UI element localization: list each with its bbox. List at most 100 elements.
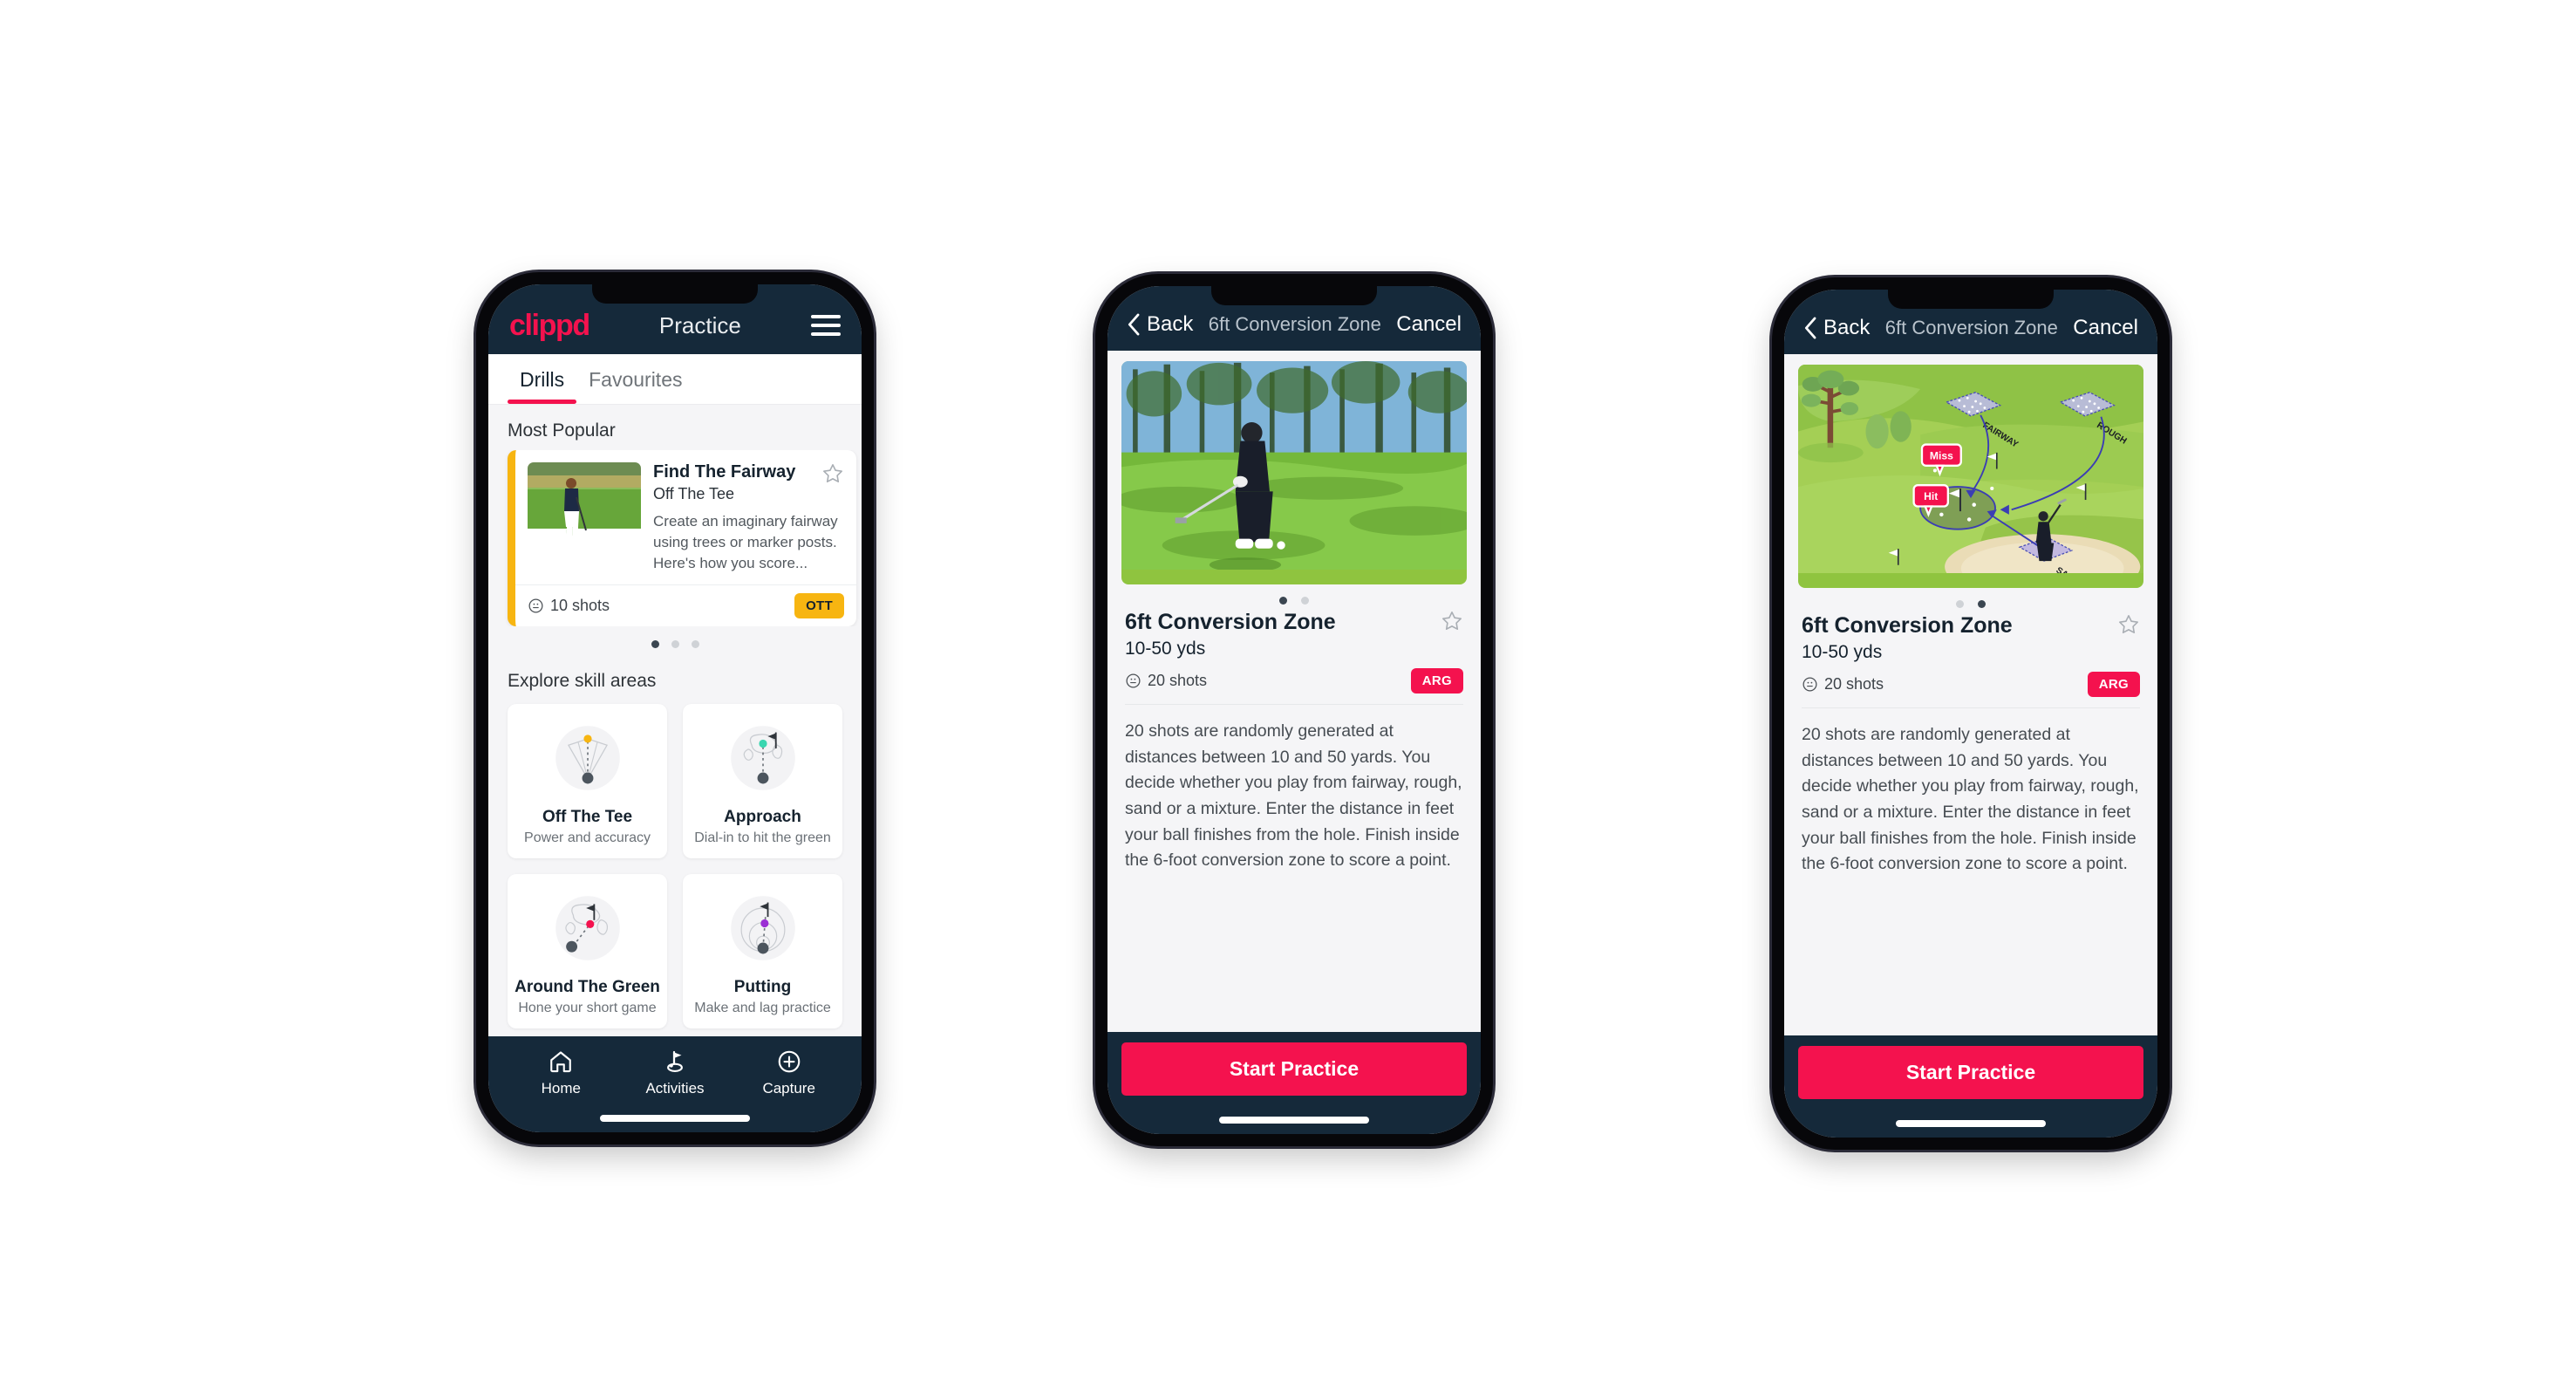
drill-detail-shots-label: 20 shots [1824, 675, 1884, 693]
device-notch [592, 284, 758, 304]
tab-drills[interactable]: Drills [508, 354, 577, 404]
explore-skill-areas-heading: Explore skill areas [508, 671, 657, 692]
drill-card-body: Find The Fairway Off The Tee Create an i… [515, 450, 856, 584]
media-carousel-dots[interactable] [1784, 588, 2157, 613]
drill-badge-ott: OTT [794, 593, 844, 619]
back-label: Back [1147, 312, 1194, 336]
nav-label: Capture [762, 1080, 815, 1097]
drill-detail-distance: 10-50 yds [1802, 642, 1883, 662]
skill-card-off-the-tee[interactable]: Off The Tee Power and accuracy [508, 704, 667, 859]
skill-name: Around The Green [515, 978, 660, 997]
drill-detail-shots: 20 shots [1125, 672, 1207, 690]
around-green-icon [555, 896, 620, 961]
drill-detail-title: 6ft Conversion Zone [1125, 610, 1336, 634]
carousel-dot-2[interactable] [671, 640, 679, 649]
skill-desc: Dial-in to hit the green [694, 830, 831, 846]
tab-favourites[interactable]: Favourites [576, 354, 694, 404]
drill-course-diagram[interactable]: FAIRWAY ROUGH Miss Hit [1798, 365, 2143, 588]
callout-miss-label: Miss [1930, 449, 1953, 461]
screen-drill-detail-video: Back 6ft Conversion Zone Cancel 6ft Conv… [1107, 286, 1481, 1134]
back-button[interactable]: Back [1803, 316, 1870, 340]
carousel-dots[interactable] [488, 626, 862, 655]
drill-shots: 10 shots [528, 597, 610, 615]
start-practice-button[interactable]: Start Practice [1121, 1042, 1467, 1096]
media-dot-1[interactable] [1279, 597, 1287, 605]
drill-carousel[interactable]: Find The Fairway Off The Tee Create an i… [488, 450, 862, 627]
skill-desc: Make and lag practice [694, 1001, 831, 1016]
skill-name: Putting [733, 978, 792, 997]
drill-shots-label: 10 shots [550, 597, 610, 615]
skill-desc: Power and accuracy [524, 830, 651, 846]
home-indicator [1219, 1117, 1369, 1124]
drill-detail-shots: 20 shots [1802, 675, 1884, 694]
phone-device-drill-detail-video: Back 6ft Conversion Zone Cancel 6ft Conv… [1095, 274, 1493, 1146]
cancel-button[interactable]: Cancel [2073, 316, 2138, 340]
nav-label: Activities [645, 1080, 705, 1097]
back-label: Back [1823, 316, 1871, 339]
drill-card-footer: 10 shots OTT [515, 584, 856, 626]
skill-card-putting[interactable]: Putting Make and lag practice [683, 874, 842, 1029]
clippd-logo[interactable]: clippd [509, 311, 590, 340]
nav-item-activities[interactable]: Activities [618, 1049, 733, 1097]
star-outline-icon[interactable] [821, 462, 844, 485]
cancel-button[interactable]: Cancel [1396, 312, 1462, 337]
nav-label: Home [541, 1080, 582, 1097]
tab-bar: Drills Favourites [488, 354, 862, 405]
skill-desc: Hone your short game [518, 1001, 657, 1016]
skill-name: Off The Tee [542, 808, 633, 827]
meta-row: 20 shots ARG [1125, 668, 1463, 705]
clock-icon [1803, 677, 1817, 692]
nav-item-home[interactable]: Home [504, 1049, 618, 1097]
home-indicator [1896, 1120, 2046, 1127]
media-dot-2[interactable] [1978, 600, 1986, 608]
detail-content: FAIRWAY ROUGH Miss Hit 6ft Conversion Zo… [1784, 354, 2157, 1035]
golf-course-diagram-illustration: FAIRWAY ROUGH Miss Hit [1798, 365, 2143, 574]
start-practice-button[interactable]: Start Practice [1798, 1046, 2143, 1099]
star-outline-icon[interactable] [1441, 610, 1463, 632]
skill-card-around-the-green[interactable]: Around The Green Hone your short game [508, 874, 667, 1029]
drill-card[interactable]: Find The Fairway Off The Tee Create an i… [508, 450, 856, 627]
approach-green-icon [730, 726, 795, 791]
media-carousel-dots[interactable] [1107, 584, 1481, 610]
drill-description: Create an imaginary fairway using trees … [653, 513, 838, 572]
page-title: Practice [658, 311, 741, 338]
media-dot-2[interactable] [1301, 597, 1309, 605]
carousel-dot-1[interactable] [651, 640, 659, 649]
phone-device-drill-detail-diagram: Back 6ft Conversion Zone Cancel FAIRWAY … [1772, 277, 2170, 1150]
skill-card-approach[interactable]: Approach Dial-in to hit the green [683, 704, 842, 859]
most-popular-heading: Most Popular [508, 420, 616, 441]
clock-icon [528, 598, 543, 613]
drill-thumbnail [528, 462, 641, 550]
detail-page-title: 6ft Conversion Zone [1208, 313, 1381, 335]
media-dot-1[interactable] [1956, 600, 1964, 608]
drill-detail-description: 20 shots are randomly generated at dista… [1125, 721, 1462, 871]
home-icon [550, 1051, 572, 1073]
nav-item-capture[interactable]: Capture [732, 1049, 846, 1097]
detail-page-title: 6ft Conversion Zone [1884, 317, 2058, 338]
drill-badge-arg: ARG [2087, 672, 2140, 697]
screenshot-canvas: clippd Practice Drills Favourites Most P… [0, 0, 2576, 1387]
drill-meta: Find The Fairway Off The Tee Create an i… [653, 462, 844, 574]
hamburger-icon[interactable] [810, 315, 841, 336]
chevron-left-icon [1128, 313, 1140, 336]
title-row: 6ft Conversion Zone 10-50 yds [1125, 610, 1463, 659]
golf-flag-icon [667, 1050, 683, 1072]
carousel-dot-3[interactable] [691, 640, 699, 649]
golfer-illustration-icon [564, 478, 587, 537]
meta-row: 20 shots ARG [1802, 672, 2140, 708]
drill-detail-header: 6ft Conversion Zone 10-50 yds 20 shots A… [1784, 613, 2157, 878]
skill-areas-grid: Off The Tee Power and accuracy Approach … [488, 700, 862, 1036]
drill-title: Find The Fairway [653, 462, 796, 482]
drill-badge-arg: ARG [1410, 668, 1463, 694]
drill-video-thumbnail[interactable] [1121, 361, 1467, 584]
title-row: 6ft Conversion Zone 10-50 yds [1802, 613, 2140, 663]
drill-subtitle: Off The Tee [653, 485, 735, 502]
clock-icon [1126, 673, 1141, 688]
back-button[interactable]: Back [1127, 312, 1193, 337]
chevron-left-icon [1804, 317, 1816, 339]
screen-drill-detail-diagram: Back 6ft Conversion Zone Cancel FAIRWAY … [1784, 290, 2157, 1138]
content-scroll-area[interactable]: Most Popular Find The Fairway Off The Te… [488, 405, 862, 1036]
star-outline-icon[interactable] [2117, 613, 2140, 636]
detail-content: 6ft Conversion Zone 10-50 yds 20 shots A… [1107, 351, 1481, 1032]
golf-photo-illustration [1121, 361, 1467, 571]
